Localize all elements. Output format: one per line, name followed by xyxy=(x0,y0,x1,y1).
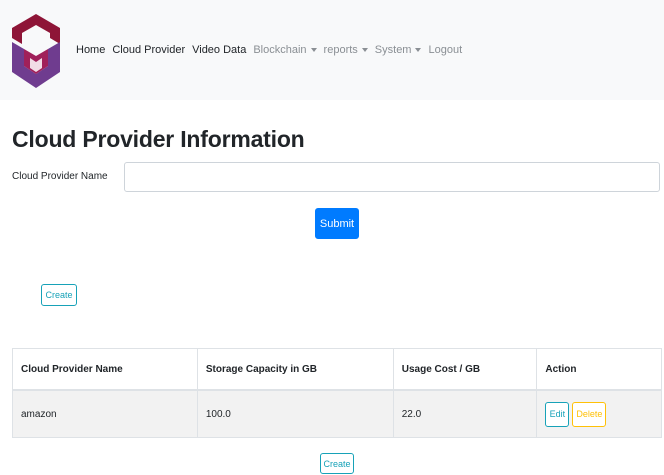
column-header-capacity: Storage Capacity in GB xyxy=(196,348,394,391)
edit-button[interactable]: Edit xyxy=(545,401,570,427)
submit-button[interactable]: Submit xyxy=(315,208,359,239)
cell-storage-capacity: 100.0 xyxy=(196,389,394,438)
delete-button[interactable]: Delete xyxy=(572,401,607,427)
nav-video-data[interactable]: Video Data xyxy=(192,44,246,56)
nav-system-label: System xyxy=(374,44,412,56)
action-buttons: Edit Delete xyxy=(545,401,653,427)
nav-system-dropdown[interactable]: System xyxy=(375,44,422,56)
cell-usage-cost: 22.0 xyxy=(392,389,538,438)
nav-logout[interactable]: Logout xyxy=(428,44,462,56)
cell-action: Edit Delete xyxy=(536,389,662,438)
table-header-row: Cloud Provider Name Storage Capacity in … xyxy=(12,348,662,391)
column-header-cost: Usage Cost / GB xyxy=(392,348,538,391)
nav-home[interactable]: Home xyxy=(76,44,105,56)
create-button-top[interactable]: Create xyxy=(41,284,77,306)
nav-blockchain-label: Blockchain xyxy=(253,44,307,56)
column-header-action: Action xyxy=(536,348,662,391)
nav-cloud-provider[interactable]: Cloud Provider xyxy=(112,44,185,56)
column-header-name: Cloud Provider Name xyxy=(12,348,198,391)
cloud-provider-table: Cloud Provider Name Storage Capacity in … xyxy=(12,348,662,438)
nav-reports-dropdown[interactable]: reports xyxy=(324,44,368,56)
caret-down-icon xyxy=(310,48,317,53)
create-button-bottom[interactable]: Create xyxy=(320,453,354,474)
cloud-provider-name-input[interactable] xyxy=(124,162,660,192)
cloud-provider-name-label: Cloud Provider Name xyxy=(12,171,108,182)
caret-down-icon xyxy=(361,48,368,53)
page-title: Cloud Provider Information xyxy=(12,126,305,152)
navbar: Home Cloud Provider Video Data Blockchai… xyxy=(0,0,664,100)
table-row: amazon 100.0 22.0 Edit Delete xyxy=(12,389,662,438)
nav-reports-label: reports xyxy=(323,44,358,56)
nav-links: Home Cloud Provider Video Data Blockchai… xyxy=(76,44,469,56)
cell-provider-name: amazon xyxy=(12,389,198,438)
caret-down-icon xyxy=(415,48,422,53)
brand-logo[interactable] xyxy=(10,14,62,88)
nav-blockchain-dropdown[interactable]: Blockchain xyxy=(253,44,317,56)
